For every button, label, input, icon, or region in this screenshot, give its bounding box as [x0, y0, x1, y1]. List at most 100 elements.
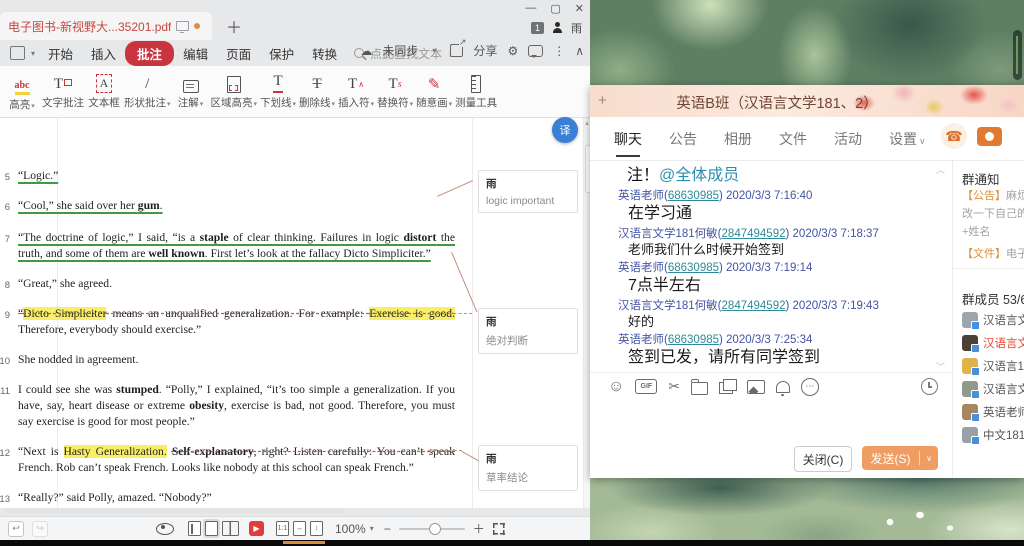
screen-share-icon[interactable] [719, 382, 733, 394]
member-list-item[interactable]: 汉语言文 [962, 334, 1024, 352]
account-name[interactable]: 雨 [571, 20, 582, 36]
two-page-view-icon[interactable] [222, 521, 239, 536]
tool-freehand[interactable]: ✎随意画▾ [416, 68, 452, 116]
sender-qq-number[interactable]: 68630985 [668, 334, 719, 346]
close-chat-button[interactable]: 关闭(C) [794, 446, 852, 472]
translate-float-button[interactable]: 译 [552, 117, 578, 143]
file-menu-caret-icon[interactable]: ▾ [31, 49, 35, 58]
tab-活动[interactable]: 活动 [834, 129, 862, 157]
next-view-button[interactable]: ↪ [32, 521, 48, 537]
fit-page-icon[interactable]: ↕ [310, 521, 323, 536]
more-menu-icon[interactable]: ⋮ [553, 44, 565, 58]
tab-公告[interactable]: 公告 [669, 129, 697, 157]
comment-bubble-icon[interactable] [528, 45, 543, 57]
zoom-slider-knob[interactable] [429, 523, 441, 535]
video-call-icon[interactable] [977, 127, 1002, 146]
new-tab-button[interactable]: ＋ [226, 14, 242, 38]
sender-qq-number[interactable]: 68630985 [668, 262, 719, 274]
comment-card[interactable]: 雨logic important [478, 170, 578, 213]
tool-caret-insert[interactable]: T插入符▾ [338, 68, 374, 116]
tool-note[interactable]: 注解▾ [174, 68, 208, 116]
share-label[interactable]: 分享 [473, 42, 497, 59]
voice-call-icon[interactable]: ☎ [941, 123, 967, 149]
menu-item-页面[interactable]: 页面 [217, 41, 260, 66]
zoom-caret-icon[interactable]: ▾ [370, 524, 374, 533]
chat-message-area[interactable]: 注！@全体成员 英语老师(68630985) 2020/3/3 7:16:40在… [590, 161, 952, 372]
more-tools-icon[interactable]: ⋯ [801, 378, 819, 396]
member-list-item[interactable]: 汉语言18 [962, 357, 1024, 375]
emoji-icon[interactable]: ☺ [608, 379, 624, 395]
group-notice-title[interactable]: 群通知 [962, 169, 1000, 188]
member-list-item[interactable]: 英语老师 [962, 403, 1024, 421]
sender-name[interactable]: 英语老师( [618, 334, 668, 346]
notice-line[interactable]: 改一下自己的 [962, 205, 1024, 221]
menu-item-批注[interactable]: 批注 [125, 41, 174, 66]
send-file-icon[interactable] [691, 382, 708, 395]
comment-card[interactable]: 雨绝对判断 [478, 308, 578, 354]
mention-all-link[interactable]: @全体成员 [659, 167, 739, 184]
minimize-button[interactable]: — [525, 2, 536, 15]
sender-name[interactable]: 汉语言文学181何敏( [618, 228, 722, 240]
sender-name[interactable]: 英语老师( [618, 262, 668, 274]
chat-scroll-up-icon[interactable]: ︿ [936, 163, 945, 176]
group-members-title[interactable]: 群成员 53/6 [962, 289, 1024, 308]
member-list-item[interactable]: 汉语言文 [962, 311, 1024, 329]
menu-item-转换[interactable]: 转换 [303, 41, 346, 66]
sender-qq-number[interactable]: 2847494592 [722, 228, 786, 240]
message-input-area[interactable] [590, 400, 952, 438]
comment-card[interactable]: 雨草率结论 [478, 445, 578, 491]
menu-item-开始[interactable]: 开始 [39, 41, 82, 66]
sync-caret-icon[interactable]: ▾ [432, 46, 436, 55]
zoom-slider[interactable] [399, 528, 465, 530]
notice-line[interactable]: +姓名 [962, 223, 1024, 239]
tool-measure[interactable]: 测量工具 [455, 68, 497, 116]
single-page-view-icon[interactable] [205, 521, 218, 536]
actual-size-icon[interactable]: 1:1 [276, 521, 289, 536]
zoom-out-button[interactable]: − [384, 522, 391, 536]
tab-文件[interactable]: 文件 [779, 129, 807, 157]
eye-protect-icon[interactable] [156, 523, 174, 535]
notice-line[interactable]: 【文件】电子图 [962, 245, 1024, 261]
document-scrollbar[interactable]: ▲ [583, 118, 590, 508]
account-avatar-icon[interactable] [552, 22, 563, 34]
zoom-in-button[interactable]: ＋ [473, 520, 485, 537]
collapse-ribbon-icon[interactable]: ∧ [575, 44, 584, 58]
tool-text-comment[interactable]: T文字批注 [42, 68, 84, 116]
play-mode-button[interactable]: ▶ [249, 521, 264, 536]
sender-qq-number[interactable]: 2847494592 [722, 300, 786, 312]
tool-strikethrough[interactable]: T删除线▾ [299, 68, 335, 116]
member-list-item[interactable]: 中文181 [962, 426, 1024, 444]
share-icon[interactable] [450, 44, 463, 57]
sender-name[interactable]: 英语老师( [618, 190, 668, 202]
tool-underline[interactable]: T下划线▾ [260, 68, 296, 116]
tool-highlight[interactable]: abc高亮▾ [5, 68, 39, 116]
thumbnail-view-icon[interactable] [188, 521, 201, 536]
tab-聊天[interactable]: 聊天 [614, 129, 642, 157]
tab-相册[interactable]: 相册 [724, 129, 752, 157]
tab-设置[interactable]: 设置∨ [889, 129, 926, 157]
fit-width-icon[interactable]: ↔ [293, 521, 306, 536]
message-count-badge[interactable]: 1 [531, 22, 544, 34]
sender-name[interactable]: 汉语言文学181何敏( [618, 300, 722, 312]
nudge-bell-icon[interactable] [776, 381, 790, 393]
send-image-icon[interactable] [747, 380, 765, 394]
tool-area-highlight[interactable]: 区域高亮▾ [211, 68, 258, 116]
pdf-document-tab[interactable]: 电子图书-新视野大...35201.pdf [0, 12, 212, 40]
close-button[interactable]: ✕ [575, 2, 584, 15]
prev-view-button[interactable]: ↩ [8, 521, 24, 537]
zoom-level[interactable]: 100% [335, 522, 366, 536]
send-button[interactable]: 发送(S) ∨ [862, 446, 938, 470]
menu-item-保护[interactable]: 保护 [260, 41, 303, 66]
menu-item-插入[interactable]: 插入 [82, 41, 125, 66]
send-options-caret-icon[interactable]: ∨ [920, 454, 938, 463]
file-menu-icon[interactable] [10, 46, 25, 60]
gif-icon[interactable]: GIF [635, 379, 657, 394]
horizontal-scrollbar[interactable] [4, 508, 344, 514]
message-history-icon[interactable] [921, 378, 938, 395]
tool-text-box[interactable]: A文本框 [87, 68, 121, 116]
tool-shape-comment[interactable]: /形状批注▾ [124, 68, 171, 116]
sender-qq-number[interactable]: 68630985 [668, 190, 719, 202]
member-list-item[interactable]: 汉语言文 [962, 380, 1024, 398]
fullscreen-icon[interactable] [493, 523, 505, 535]
tool-replace[interactable]: T替换符▾ [377, 68, 413, 116]
